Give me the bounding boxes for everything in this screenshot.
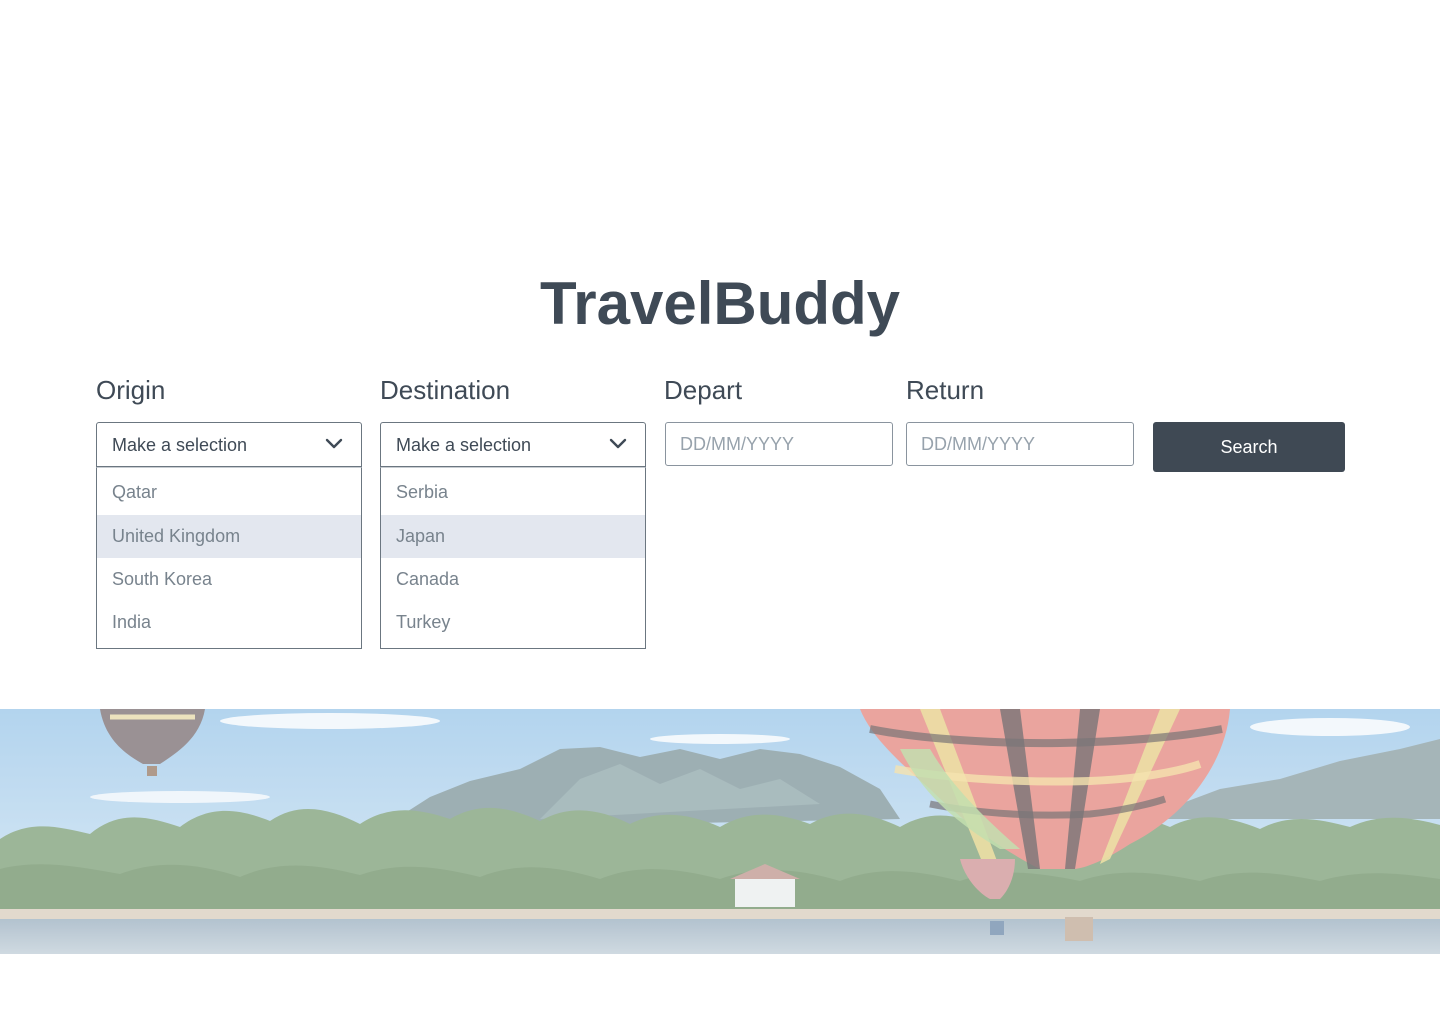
destination-option-turkey[interactable]: Turkey [381,601,645,644]
destination-option-japan[interactable]: Japan [381,515,645,558]
origin-option-qatar[interactable]: Qatar [97,471,361,514]
origin-label: Origin [96,375,166,405]
destination-label: Destination [380,375,511,405]
search-button[interactable]: Search [1153,422,1345,472]
return-date-input[interactable] [906,422,1134,466]
hero-overlay [0,709,1440,954]
origin-option-south-korea[interactable]: South Korea [97,558,361,601]
chevron-down-icon [609,438,627,449]
depart-label: Depart [664,375,743,405]
page-title: TravelBuddy [539,270,901,337]
return-label: Return [906,375,985,405]
origin-options-list: Qatar United Kingdom South Korea India [96,467,362,649]
chevron-down-icon [325,438,343,449]
origin-option-united-kingdom[interactable]: United Kingdom [97,515,361,558]
origin-option-india[interactable]: India [97,601,361,644]
destination-select[interactable]: Make a selection [380,422,646,467]
destination-options-list: Serbia Japan Canada Turkey [380,467,646,649]
depart-date-input[interactable] [665,422,893,466]
destination-option-serbia[interactable]: Serbia [381,471,645,514]
origin-select-value: Make a selection [112,435,248,455]
hero-image [0,709,1440,954]
origin-select[interactable]: Make a selection [96,422,362,467]
destination-option-canada[interactable]: Canada [381,558,645,601]
destination-select-value: Make a selection [396,435,532,455]
